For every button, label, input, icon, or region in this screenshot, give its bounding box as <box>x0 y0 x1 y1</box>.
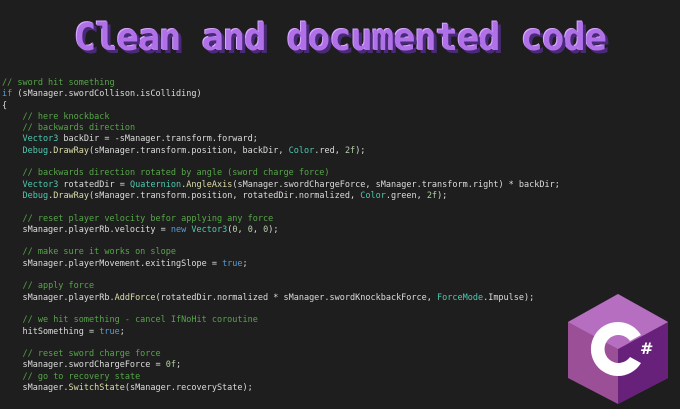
code-line: // apply force <box>22 281 95 292</box>
code-line: sManager.SwitchState(sManager.recoverySt… <box>2 383 253 394</box>
code-line: sManager.swordChargeForce = 0f; <box>2 360 182 371</box>
code-line: Debug.DrawRay(sManager.transform.positio… <box>22 145 366 156</box>
banner-title: Clean and documented code <box>74 16 607 59</box>
banner: Clean and documented code <box>0 0 680 76</box>
code-line: if (sManager.swordCollison.isColliding) <box>2 89 202 100</box>
code-line: // we hit something - cancel IfNoHit cor… <box>22 315 258 326</box>
code-line: Debug.DrawRay(sManager.transform.positio… <box>22 190 448 201</box>
code-line: // reset sword charge force <box>22 349 161 360</box>
code-line: Vector3 rotatedDir = Quaternion.AngleAxi… <box>22 179 560 190</box>
code-line: // sword hit something <box>2 78 115 88</box>
code-line: sManager.playerMovement.exitingSlope = t… <box>2 258 248 269</box>
code-line: sManager.playerRb.velocity = new Vector3… <box>2 224 279 235</box>
code-line: // backwards direction <box>22 123 136 134</box>
csharp-logo-sharp: # <box>640 339 653 358</box>
code-line: hitSomething = true; <box>2 326 125 337</box>
code-line: Vector3 backDir = -sManager.transform.fo… <box>22 134 258 145</box>
csharp-logo-icon: # <box>568 294 668 404</box>
code-line: { <box>2 100 8 111</box>
code-line: sManager.playerRb.AddForce(rotatedDir.no… <box>2 292 535 303</box>
code-line: // here knockback <box>22 111 110 122</box>
code-line: // reset player velocity befor applying … <box>22 213 274 224</box>
code-editor: // sword hit something if (sManager.sword… <box>2 78 582 394</box>
code-line: // make sure it works on slope <box>22 247 177 258</box>
code-line: // go to recovery state <box>22 371 141 382</box>
code-line: // backwards direction rotated by angle … <box>22 168 330 179</box>
